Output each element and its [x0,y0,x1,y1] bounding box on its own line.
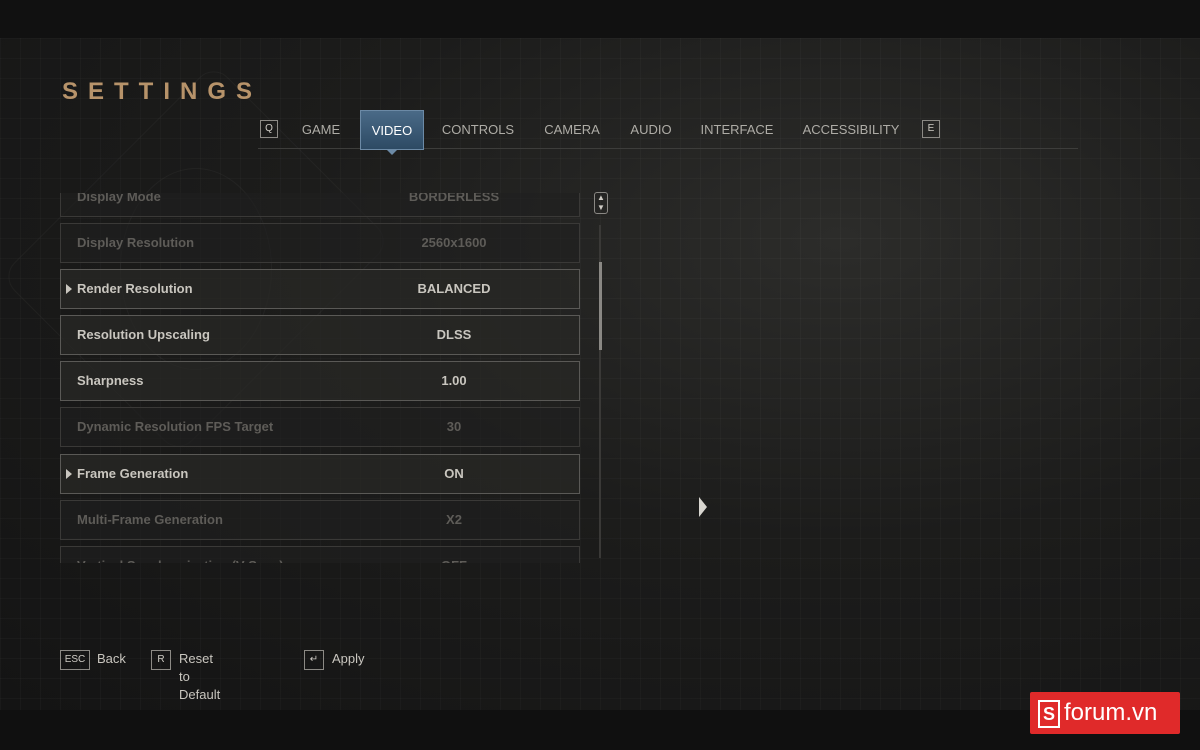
enter-key-icon[interactable]: ↵ [304,650,324,670]
tab-game[interactable]: GAME [294,110,348,148]
setting-row-frame-generation[interactable]: Frame Generation ON [60,454,580,494]
setting-value: 30 [446,419,462,434]
setting-label: Render Resolution [77,281,193,296]
expand-arrow-icon [66,469,72,479]
setting-row-multi-frame-generation[interactable]: Multi-Frame Generation X2 [60,500,580,540]
prev-tab-key[interactable]: Q [260,120,278,138]
setting-row-display-mode[interactable]: Display Mode BORDERLESS [60,193,580,217]
back-key[interactable]: ESC [60,650,90,670]
watermark-text: forum.vn [1064,699,1158,726]
tab-audio[interactable]: AUDIO [622,110,680,148]
setting-row-dynamic-resolution-fps-target[interactable]: Dynamic Resolution FPS Target 30 [60,407,580,447]
setting-value: BALANCED [417,281,491,296]
tab-interface[interactable]: INTERFACE [694,110,780,148]
tab-controls[interactable]: CONTROLS [434,110,522,148]
setting-value: 2560x1600 [421,235,487,250]
page-title: SETTINGS [62,78,263,105]
setting-row-display-resolution[interactable]: Display Resolution 2560x1600 [60,223,580,263]
setting-label: Display Mode [77,193,161,204]
setting-row-resolution-upscaling[interactable]: Resolution Upscaling DLSS [60,315,580,355]
next-tab-key[interactable]: E [922,120,940,138]
watermark-mark: S [1038,700,1060,728]
tab-accessibility[interactable]: ACCESSIBILITY [796,110,906,148]
setting-label: Multi-Frame Generation [77,512,223,527]
setting-label: Display Resolution [77,235,195,250]
setting-value: ON [444,466,464,481]
setting-row-vertical-synchronization[interactable]: Vertical Synchronization (V-Sync) OFF [60,546,580,563]
mouse-cursor-icon [699,497,707,517]
setting-label: Dynamic Resolution FPS Target [77,419,274,434]
reset-key[interactable]: R [151,650,171,670]
setting-value: 1.00 [441,373,467,388]
setting-label: Vertical Synchronization (V-Sync) [77,547,284,563]
tab-camera[interactable]: CAMERA [536,110,608,148]
scrollbar-thumb[interactable] [599,262,602,350]
scroll-indicator-icon: ▲ ▼ [594,192,608,214]
reset-to-default-button[interactable]: Reset to Default [179,650,220,704]
setting-value: OFF [361,547,547,563]
setting-label: Frame Generation [77,466,189,481]
bottom-band [0,710,1200,750]
setting-label: Sharpness [77,373,144,388]
setting-row-render-resolution[interactable]: Render Resolution BALANCED [60,269,580,309]
back-button[interactable]: Back [97,650,126,668]
top-band [0,0,1200,38]
setting-value: X2 [446,512,462,527]
setting-value: BORDERLESS [408,193,500,204]
watermark-logo: S forum.vn [1030,692,1180,734]
apply-button[interactable]: Apply [332,650,365,668]
setting-row-sharpness[interactable]: Sharpness 1.00 [60,361,580,401]
settings-list: Display Mode BORDERLESS Display Resoluti… [60,193,582,563]
setting-value: DLSS [436,327,472,342]
expand-arrow-icon [66,284,72,294]
setting-label: Resolution Upscaling [77,327,210,342]
tab-video[interactable]: VIDEO [360,110,424,155]
